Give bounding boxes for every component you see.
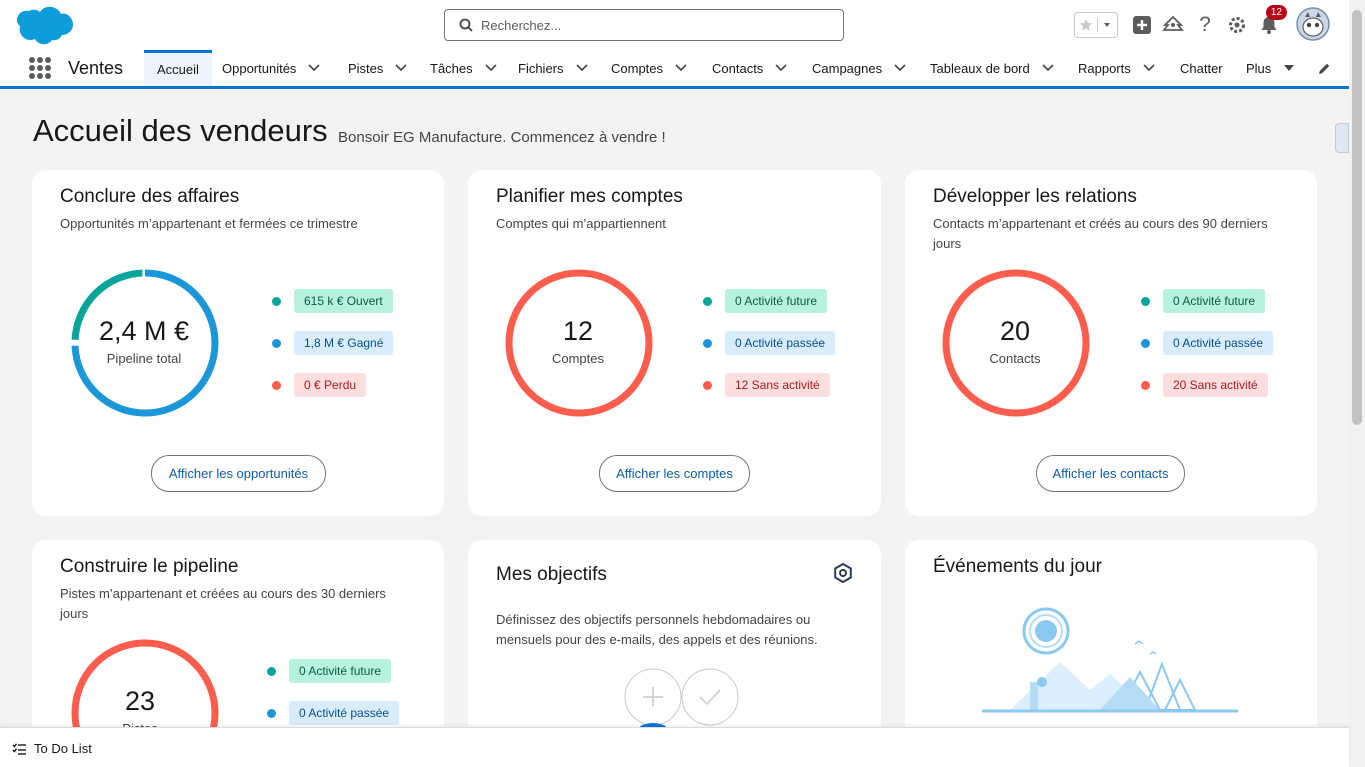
ring-value: 2,4 M € bbox=[98, 316, 190, 346]
view-contacts-button[interactable]: Afficher les contacts bbox=[1036, 455, 1185, 492]
card-title: Planifier mes comptes bbox=[496, 186, 683, 207]
favorites-group bbox=[1074, 12, 1118, 38]
view-opportunities-button[interactable]: Afficher les opportunités bbox=[151, 455, 326, 492]
legend-future-activity: 0 Activité future bbox=[1141, 289, 1266, 313]
page-greeting: Bonsoir EG Manufacture. Commencez à vend… bbox=[338, 129, 666, 146]
utility-bar: To Do List bbox=[0, 727, 1349, 767]
global-search[interactable] bbox=[444, 9, 844, 41]
card-build-pipeline: Construire le pipeline Pistes m’apparten… bbox=[32, 540, 444, 767]
chevron-down-icon[interactable] bbox=[575, 64, 588, 72]
chevron-down-icon[interactable] bbox=[395, 64, 407, 72]
nav-tab-chatter[interactable]: Chatter bbox=[1180, 50, 1223, 86]
nav-tab-contacts[interactable]: Contacts bbox=[712, 50, 787, 86]
nav-tab-tableaux-de-bord[interactable]: Tableaux de bord bbox=[930, 50, 1054, 86]
ring-value: 20 bbox=[999, 316, 1031, 346]
card-todays-events: Événements du jour bbox=[905, 540, 1317, 740]
legend-future-activity: 0 Activité future bbox=[267, 659, 392, 683]
card-subtitle: Pistes m’appartenant et créées au cours … bbox=[60, 586, 386, 621]
card-title: Conclure des affaires bbox=[60, 186, 240, 207]
user-avatar[interactable] bbox=[1295, 6, 1331, 42]
search-input[interactable] bbox=[481, 17, 821, 33]
card-title: Construire le pipeline bbox=[60, 556, 239, 577]
goals-description: Définissez des objectifs personnels hebd… bbox=[496, 612, 818, 647]
ring-label: Pipeline total bbox=[106, 351, 182, 366]
legend-future-activity: 0 Activité future bbox=[703, 289, 828, 313]
nav-more-menu[interactable]: Plus bbox=[1246, 50, 1295, 86]
legend-past-activity: 0 Activité passée bbox=[267, 701, 400, 725]
app-navigation-bar: Ventes Accueil Opportunités Pistes Tâche… bbox=[0, 50, 1349, 89]
search-icon bbox=[459, 18, 473, 32]
legend-past-activity: 0 Activité passée bbox=[1141, 331, 1274, 355]
trailhead-icon[interactable] bbox=[1161, 8, 1185, 42]
card-title: Développer les relations bbox=[933, 186, 1137, 207]
chevron-down-icon[interactable] bbox=[1143, 64, 1155, 72]
goals-settings-icon[interactable] bbox=[833, 562, 853, 588]
view-accounts-button[interactable]: Afficher les comptes bbox=[599, 455, 750, 492]
nav-tab-comptes[interactable]: Comptes bbox=[611, 50, 687, 86]
chevron-down-icon[interactable] bbox=[775, 64, 787, 72]
favorites-star-icon[interactable] bbox=[1075, 18, 1098, 32]
todo-list-icon bbox=[12, 742, 26, 755]
card-my-goals: Mes objectifs Définissez des objectifs p… bbox=[468, 540, 881, 740]
chevron-down-icon[interactable] bbox=[894, 64, 906, 72]
ring-value: 12 bbox=[562, 316, 594, 346]
app-name: Ventes bbox=[68, 58, 124, 78]
chevron-down-icon[interactable] bbox=[675, 64, 687, 72]
nav-tab-opportunites[interactable]: Opportunités bbox=[222, 50, 321, 86]
camping-illustration bbox=[982, 607, 1238, 713]
nav-tab-campagnes[interactable]: Campagnes bbox=[812, 50, 906, 86]
ring-value: 23 bbox=[124, 686, 156, 716]
nav-tab-accueil[interactable]: Accueil bbox=[144, 50, 212, 86]
legend-lost: 0 € Perdu bbox=[272, 373, 367, 397]
favorites-dropdown-icon[interactable] bbox=[1098, 20, 1117, 30]
utility-panel-toggle[interactable] bbox=[1335, 123, 1349, 153]
edit-nav-pencil-icon[interactable] bbox=[1317, 62, 1331, 81]
app-launcher-icon[interactable] bbox=[29, 57, 51, 79]
card-title: Mes objectifs bbox=[496, 564, 607, 585]
global-header: ? 12 bbox=[0, 0, 1349, 50]
card-plan-accounts: Planifier mes comptes Comptes qui m’appa… bbox=[468, 170, 881, 516]
todo-list-button[interactable]: To Do List bbox=[12, 741, 92, 756]
caret-down-icon[interactable] bbox=[1283, 64, 1295, 72]
page-title: Accueil des vendeurs bbox=[33, 113, 328, 148]
nav-tab-rapports[interactable]: Rapports bbox=[1078, 50, 1155, 86]
legend-no-activity: 12 Sans activité bbox=[703, 373, 830, 397]
nav-tab-taches[interactable]: Tâches bbox=[430, 50, 497, 86]
notifications-bell-icon[interactable]: 12 bbox=[1257, 5, 1287, 42]
card-develop-relations: Développer les relations Contacts m’appa… bbox=[905, 170, 1317, 516]
nav-tab-pistes[interactable]: Pistes bbox=[348, 50, 407, 86]
setup-gear-icon[interactable] bbox=[1225, 8, 1249, 42]
chevron-down-icon[interactable] bbox=[308, 64, 321, 72]
salesforce-logo[interactable] bbox=[16, 6, 74, 51]
legend-no-activity: 20 Sans activité bbox=[1141, 373, 1268, 397]
legend-open: 615 k € Ouvert bbox=[272, 289, 393, 313]
global-actions-icon[interactable] bbox=[1130, 8, 1154, 42]
chevron-down-icon[interactable] bbox=[485, 64, 497, 72]
help-icon[interactable]: ? bbox=[1193, 8, 1217, 42]
page-scrollbar[interactable] bbox=[1349, 0, 1365, 767]
card-subtitle: Opportunités m’appartenant et fermées ce… bbox=[60, 216, 358, 231]
card-subtitle: Comptes qui m’appartiennent bbox=[496, 216, 666, 231]
notification-count-badge: 12 bbox=[1265, 5, 1287, 20]
ring-label: Comptes bbox=[551, 351, 605, 366]
nav-tab-fichiers[interactable]: Fichiers bbox=[518, 50, 588, 86]
legend-won: 1,8 M € Gagné bbox=[272, 331, 394, 355]
card-subtitle: Contacts m’appartenant et créés au cours… bbox=[933, 216, 1268, 251]
legend-past-activity: 0 Activité passée bbox=[703, 331, 836, 355]
chevron-down-icon[interactable] bbox=[1042, 64, 1054, 72]
card-close-deals: Conclure des affaires Opportunités m’app… bbox=[32, 170, 444, 516]
card-title: Événements du jour bbox=[933, 556, 1102, 577]
ring-label: Contacts bbox=[989, 351, 1041, 366]
